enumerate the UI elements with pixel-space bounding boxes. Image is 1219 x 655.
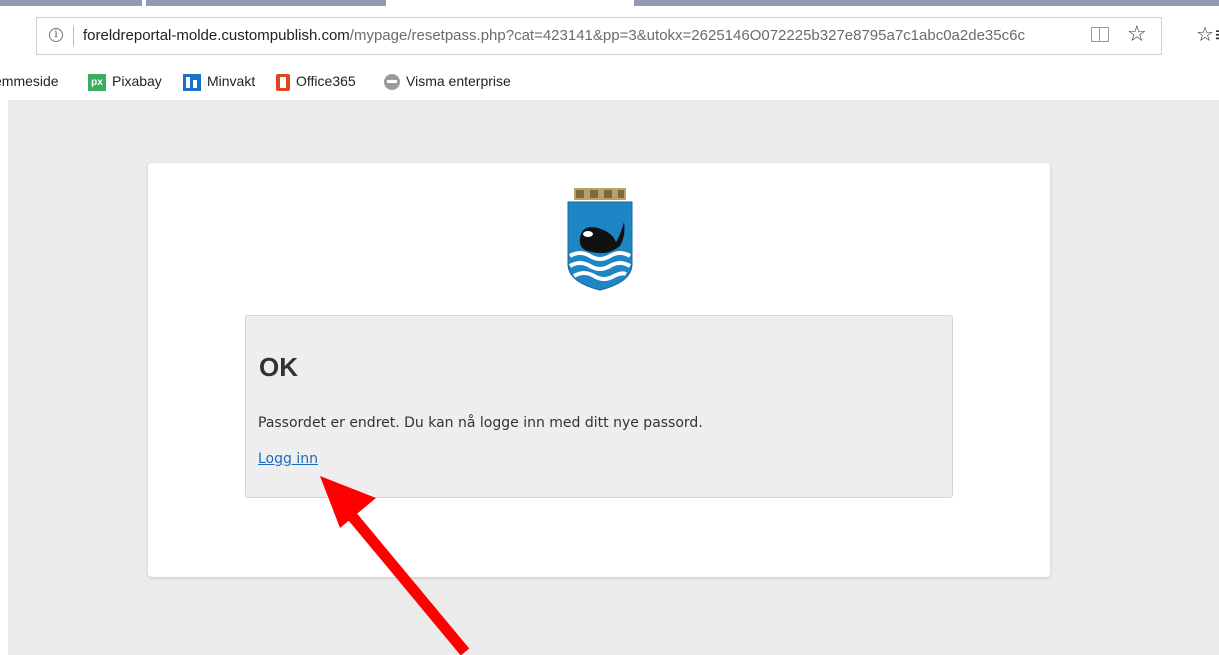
bookmark-label: Visma enterprise bbox=[406, 73, 511, 89]
reading-view-icon[interactable] bbox=[1091, 27, 1109, 42]
bookmark-minvakt[interactable]: Minvakt bbox=[183, 73, 255, 91]
browser-tab[interactable] bbox=[146, 0, 386, 6]
pixabay-icon: px bbox=[88, 73, 106, 91]
bookmark-visma[interactable]: Visma enterprise bbox=[384, 73, 511, 91]
content-card: OK Passordet er endret. Du kan nå logge … bbox=[148, 163, 1050, 577]
url-host: foreldreportal-molde.custompublish.com bbox=[83, 27, 350, 44]
browser-tab-strip bbox=[0, 0, 1219, 8]
bookmark-label: emmeside bbox=[0, 73, 59, 89]
url-path: /mypage/resetpass.php?cat=423141&pp=3&ut… bbox=[349, 27, 1025, 44]
success-message: Passordet er endret. Du kan nå logge inn… bbox=[258, 415, 703, 431]
bookmark-hjemmeside[interactable]: emmeside bbox=[0, 73, 59, 89]
bookmark-label: Minvakt bbox=[207, 73, 256, 89]
address-bar[interactable]: i foreldreportal-molde.custompublish.com… bbox=[36, 17, 1162, 55]
bookmark-office365[interactable]: Office365 bbox=[276, 73, 356, 91]
visma-icon bbox=[384, 74, 400, 91]
address-divider bbox=[73, 26, 74, 46]
red-arrow-annotation bbox=[320, 476, 470, 655]
favorites-list-icon[interactable]: ☆≡ bbox=[1196, 22, 1219, 46]
molde-coat-of-arms-logo bbox=[567, 188, 633, 291]
browser-tab[interactable] bbox=[634, 0, 1219, 6]
bookmarks-bar: emmeside px Pixabay Minvakt Office365 Vis… bbox=[0, 66, 1219, 98]
browser-tab[interactable] bbox=[0, 0, 142, 6]
favorite-star-icon[interactable]: ☆ bbox=[1127, 23, 1147, 47]
info-icon[interactable]: i bbox=[49, 28, 63, 42]
minvakt-icon bbox=[183, 73, 201, 91]
url-text[interactable]: foreldreportal-molde.custompublish.com/m… bbox=[83, 27, 1025, 44]
bookmark-label: Office365 bbox=[296, 73, 356, 89]
panel-title: OK bbox=[259, 352, 298, 382]
office-icon bbox=[276, 73, 290, 91]
bookmark-pixabay[interactable]: px Pixabay bbox=[88, 73, 162, 91]
bookmark-label: Pixabay bbox=[112, 73, 162, 89]
